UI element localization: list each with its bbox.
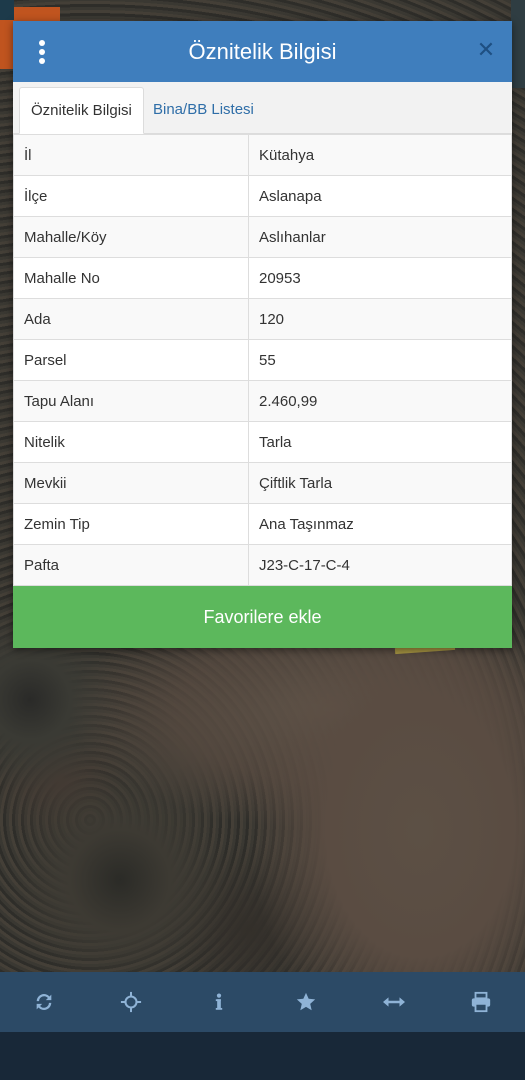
map-side-control [511,0,525,88]
refresh-icon[interactable] [24,982,64,1022]
dialog-title: Öznitelik Bilgisi [188,39,337,64]
locate-crosshair-icon[interactable] [111,982,151,1022]
dialog-header: Öznitelik Bilgisi ✕ [13,21,512,82]
table-row: Mevkii Çiftlik Tarla [13,462,512,504]
attribute-value: Kütahya [248,134,512,176]
table-row: Tapu Alanı 2.460,99 [13,380,512,422]
close-icon[interactable]: ✕ [474,38,498,62]
table-row: Mahalle/Köy Aslıhanlar [13,216,512,258]
attribute-key: İlçe [13,175,249,217]
info-icon[interactable] [199,982,239,1022]
table-row: İl Kütahya [13,134,512,176]
attribute-key: Mahalle No [13,257,249,299]
map-edge-strip [0,0,14,20]
add-to-favorites-button[interactable]: Favorilere ekle [13,586,512,648]
print-icon[interactable] [461,982,501,1022]
tab-building-list[interactable]: Bina/BB Listesi [142,87,265,134]
table-row: Zemin Tip Ana Taşınmaz [13,503,512,545]
table-row: Nitelik Tarla [13,421,512,463]
measure-arrows-icon[interactable] [374,982,414,1022]
attribute-key: Nitelik [13,421,249,463]
attribute-value: 2.460,99 [248,380,512,422]
tab-attribute-info[interactable]: Öznitelik Bilgisi [19,87,144,134]
table-row: Ada 120 [13,298,512,340]
star-icon[interactable] [286,982,326,1022]
attribute-key: Zemin Tip [13,503,249,545]
attribute-key: Mahalle/Köy [13,216,249,258]
attribute-key: İl [13,134,249,176]
attribute-key: Mevkii [13,462,249,504]
attribute-value: Tarla [248,421,512,463]
attribute-value: Aslıhanlar [248,216,512,258]
attribute-value: Çiftlik Tarla [248,462,512,504]
attribute-key: Ada [13,298,249,340]
bottom-toolbar [0,972,525,1032]
attribute-value: 55 [248,339,512,381]
attribute-key: Parsel [13,339,249,381]
table-row: Parsel 55 [13,339,512,381]
attribute-table: İl Kütahya İlçe Aslanapa Mahalle/Köy Asl… [13,134,512,586]
attribute-key: Tapu Alanı [13,380,249,422]
attribute-key: Pafta [13,544,249,586]
attribute-info-dialog: Öznitelik Bilgisi ✕ Öznitelik Bilgisi Bi… [13,21,512,648]
attribute-value: Ana Taşınmaz [248,503,512,545]
table-row: Pafta J23-C-17-C-4 [13,544,512,586]
attribute-value: 20953 [248,257,512,299]
table-row: Mahalle No 20953 [13,257,512,299]
bottom-bar [0,1032,525,1080]
dialog-tabs: Öznitelik Bilgisi Bina/BB Listesi [13,82,512,134]
attribute-value: Aslanapa [248,175,512,217]
vertical-ellipsis-icon[interactable] [37,40,47,64]
attribute-value: 120 [248,298,512,340]
table-row: İlçe Aslanapa [13,175,512,217]
attribute-value: J23-C-17-C-4 [248,544,512,586]
